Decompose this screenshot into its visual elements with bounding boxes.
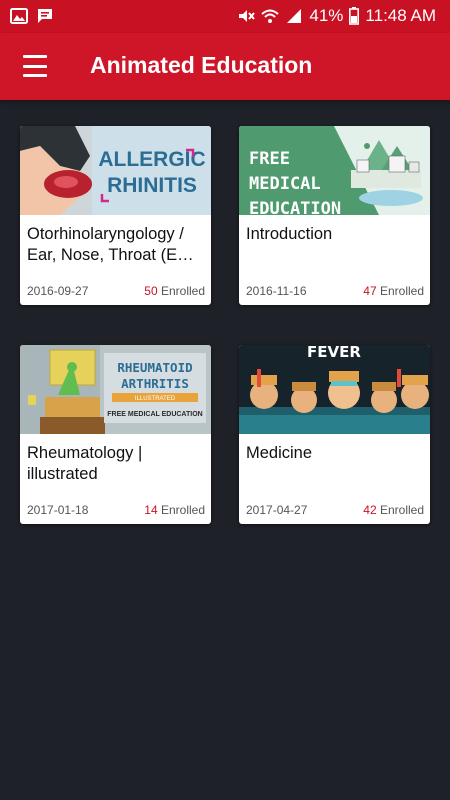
status-right: 41% 11:48 AM — [237, 6, 436, 26]
signal-icon — [287, 9, 302, 23]
course-date: 2017-01-18 — [27, 503, 89, 517]
enrolled-label: Enrolled — [160, 503, 205, 517]
course-date: 2016-09-27 — [27, 284, 89, 298]
enrolled-number: 14 — [144, 503, 158, 517]
thumb-text-fever: FEVER — [307, 345, 361, 361]
course-title-line-2: illustrated — [27, 465, 98, 483]
course-title-line-2: Ear, Nose, Throat (EN… — [27, 246, 205, 264]
thumb-text-education: EDUCATION — [249, 199, 341, 215]
status-bar: 41% 11:48 AM — [0, 0, 450, 33]
mute-icon — [239, 10, 256, 22]
image-icon — [10, 8, 28, 24]
course-card-introduction[interactable]: FREE MEDICAL EDUCATION Introduction 2016… — [239, 126, 430, 305]
battery-icon — [349, 7, 360, 25]
course-card-otorhinolaryngology[interactable]: ALLERGIC RHINITIS Otorhinolaryngology / … — [20, 126, 211, 305]
course-thumbnail: FEVER — [239, 345, 430, 434]
thumb-text-allergic: ALLERGIC — [98, 148, 205, 171]
enrolled-label: Enrolled — [379, 284, 424, 298]
hamburger-menu-icon[interactable] — [18, 51, 52, 81]
thumb-text-rheumatoid: RHEUMATOID — [117, 360, 192, 375]
course-card-rheumatology[interactable]: RHEUMATOID ARTHRITIS ILLUSTRATED FREE ME… — [20, 345, 211, 524]
enrolled-number: 47 — [363, 284, 377, 298]
course-thumbnail: ALLERGIC RHINITIS — [20, 126, 211, 215]
clock: 11:48 AM — [365, 6, 436, 25]
course-card-medicine[interactable]: FEVER Medicine 2017-04-27 42 Enrolled — [239, 345, 430, 524]
course-date: 2017-04-27 — [246, 503, 308, 517]
course-title: Introduction — [246, 225, 333, 243]
course-title-line-1: Rheumatology | — [27, 444, 143, 462]
course-title: Rheumatology | illustrated — [27, 443, 205, 485]
wifi-icon — [261, 9, 280, 23]
course-title-line-1: Otorhinolaryngology / — [27, 225, 184, 243]
course-title: Medicine — [246, 444, 313, 462]
thumb-text-free-medical-education: FREE MEDICAL EDUCATION — [107, 411, 202, 418]
thumb-text-medical: MEDICAL — [249, 174, 321, 194]
enrolled-count: 47 Enrolled — [363, 284, 424, 298]
enrolled-count: 14 Enrolled — [144, 503, 205, 517]
chat-icon — [38, 9, 52, 23]
status-left-icons — [10, 7, 54, 25]
app-title: Animated Education — [90, 52, 313, 78]
enrolled-number: 42 — [363, 503, 377, 517]
app-bar: Animated Education — [0, 33, 450, 100]
enrolled-label: Enrolled — [379, 503, 424, 517]
thumb-text-arthritis: ARTHRITIS — [121, 376, 189, 391]
thumb-text-rhinitis: RHINITIS — [107, 174, 197, 197]
course-title: Otorhinolaryngology / Ear, Nose, Throat … — [27, 224, 205, 266]
battery-percent: 41% — [309, 6, 344, 25]
enrolled-number: 50 — [144, 284, 158, 298]
thumb-text-illustrated: ILLUSTRATED — [135, 396, 176, 402]
thumb-text-free: FREE — [249, 149, 290, 169]
course-thumbnail: RHEUMATOID ARTHRITIS ILLUSTRATED FREE ME… — [20, 345, 211, 434]
enrolled-count: 50 Enrolled — [144, 284, 205, 298]
course-thumbnail: FREE MEDICAL EDUCATION — [239, 126, 430, 215]
course-date: 2016-11-16 — [246, 284, 307, 298]
enrolled-label: Enrolled — [160, 284, 205, 298]
enrolled-count: 42 Enrolled — [363, 503, 424, 517]
